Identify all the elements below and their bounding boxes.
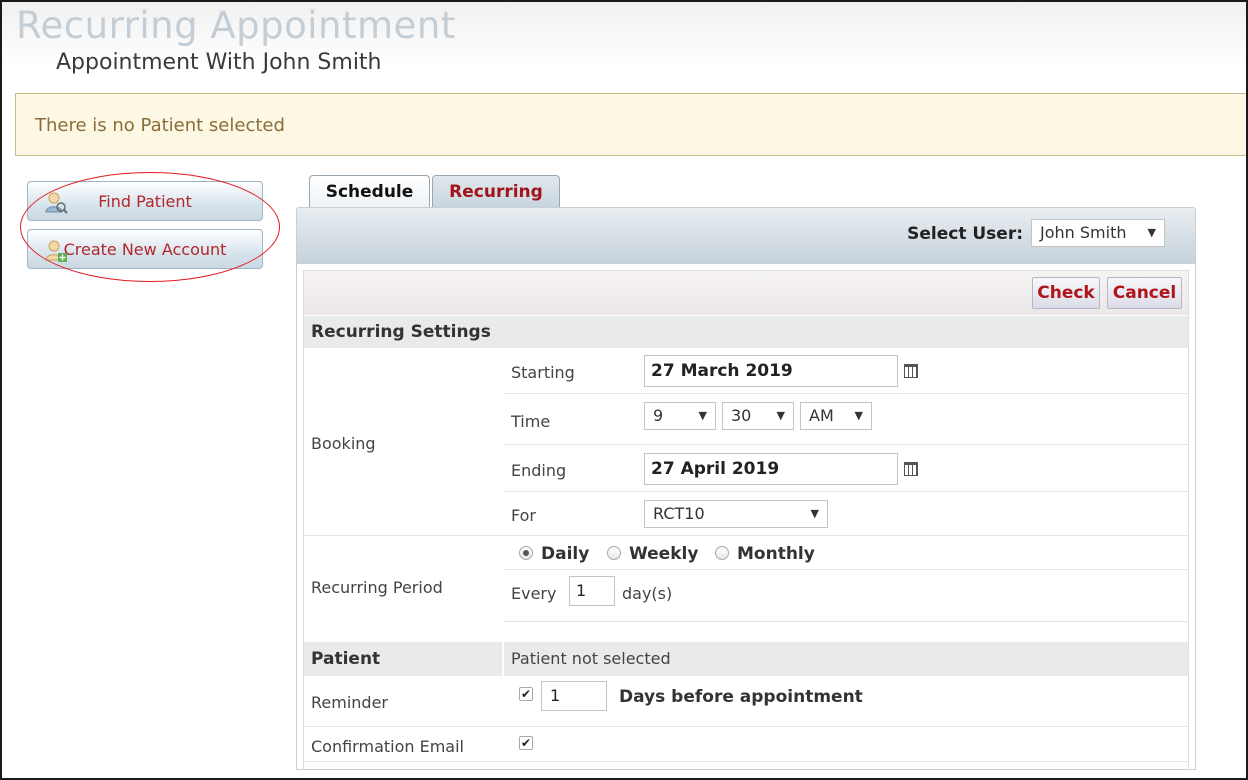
weekly-radio[interactable] bbox=[607, 546, 621, 560]
every-label: Every bbox=[511, 584, 557, 603]
time-hour-value: 9 bbox=[653, 406, 664, 425]
patient-value: Patient not selected bbox=[511, 649, 671, 668]
patient-label: Patient bbox=[311, 649, 381, 669]
select-user-label: Select User: bbox=[907, 224, 1023, 244]
action-toolbar: Check Cancel bbox=[304, 271, 1188, 315]
cancel-button[interactable]: Cancel bbox=[1107, 277, 1182, 309]
calendar-icon[interactable] bbox=[904, 462, 918, 476]
confirmation-email-checkbox[interactable]: ✔ bbox=[519, 736, 533, 750]
notice-text: There is no Patient selected bbox=[35, 115, 285, 136]
booking-label: Booking bbox=[311, 434, 376, 453]
chevron-down-icon: ▼ bbox=[810, 507, 819, 520]
time-minute-select[interactable]: 30 ▼ bbox=[722, 402, 794, 430]
reminder-days-input[interactable]: 1 bbox=[541, 681, 607, 711]
recurring-settings-title: Recurring Settings bbox=[311, 322, 491, 342]
form-area: Check Cancel Recurring Settings Booking … bbox=[303, 270, 1189, 770]
chevron-down-icon: ▼ bbox=[1147, 226, 1156, 239]
time-hour-select[interactable]: 9 ▼ bbox=[644, 402, 716, 430]
panel-header: Select User: John Smith ▼ bbox=[297, 208, 1195, 264]
row-divider bbox=[304, 726, 1188, 727]
for-label: For bbox=[511, 506, 536, 525]
time-ampm-select[interactable]: AM ▼ bbox=[800, 402, 872, 430]
starting-date-input[interactable]: 27 March 2019 bbox=[644, 355, 898, 387]
reminder-checkbox[interactable]: ✔ bbox=[519, 687, 533, 701]
column-divider bbox=[502, 642, 504, 676]
select-user-dropdown[interactable]: John Smith ▼ bbox=[1031, 219, 1165, 247]
daily-label: Daily bbox=[541, 544, 590, 564]
highlight-annotation bbox=[20, 172, 280, 282]
page-subtitle: Appointment With John Smith bbox=[56, 50, 382, 75]
for-value: RCT10 bbox=[653, 504, 705, 523]
check-button[interactable]: Check bbox=[1032, 277, 1100, 309]
tab-recurring[interactable]: Recurring bbox=[432, 175, 560, 209]
row-divider bbox=[504, 569, 1188, 570]
page-header: Recurring Appointment Appointment With J… bbox=[2, 2, 1246, 92]
row-divider bbox=[304, 761, 1188, 762]
time-minute-value: 30 bbox=[731, 406, 752, 425]
chevron-down-icon: ▼ bbox=[776, 409, 785, 422]
calendar-icon[interactable] bbox=[904, 364, 918, 378]
row-divider bbox=[504, 491, 1188, 492]
time-label: Time bbox=[511, 412, 551, 431]
recurring-settings-header: Recurring Settings bbox=[304, 316, 1188, 348]
ending-label: Ending bbox=[511, 461, 567, 480]
schedule-panel: Select User: John Smith ▼ Check Cancel R… bbox=[296, 207, 1196, 770]
chevron-down-icon: ▼ bbox=[698, 409, 707, 422]
starting-label: Starting bbox=[511, 363, 575, 382]
monthly-radio[interactable] bbox=[715, 546, 729, 560]
every-input[interactable]: 1 bbox=[569, 576, 615, 606]
page-title: Recurring Appointment bbox=[16, 4, 456, 47]
row-divider bbox=[504, 621, 1188, 622]
confirmation-email-label: Confirmation Email bbox=[311, 737, 464, 756]
row-divider bbox=[504, 444, 1188, 445]
tab-schedule[interactable]: Schedule bbox=[309, 175, 430, 209]
weekly-label: Weekly bbox=[629, 544, 699, 564]
daily-radio[interactable] bbox=[519, 546, 533, 560]
monthly-label: Monthly bbox=[737, 544, 815, 564]
recurring-period-label: Recurring Period bbox=[311, 578, 443, 597]
patient-row: Patient Patient not selected bbox=[304, 642, 1188, 676]
chevron-down-icon: ▼ bbox=[854, 409, 863, 422]
ending-date-input[interactable]: 27 April 2019 bbox=[644, 453, 898, 485]
select-user-value: John Smith bbox=[1040, 223, 1127, 242]
time-ampm-value: AM bbox=[809, 406, 834, 425]
reminder-text: Days before appointment bbox=[619, 687, 863, 707]
row-divider bbox=[504, 393, 1188, 394]
for-select[interactable]: RCT10 ▼ bbox=[644, 500, 828, 528]
reminder-label: Reminder bbox=[311, 693, 388, 712]
section-divider bbox=[304, 535, 1188, 536]
every-unit: day(s) bbox=[622, 584, 673, 603]
no-patient-notice: There is no Patient selected bbox=[15, 93, 1248, 156]
